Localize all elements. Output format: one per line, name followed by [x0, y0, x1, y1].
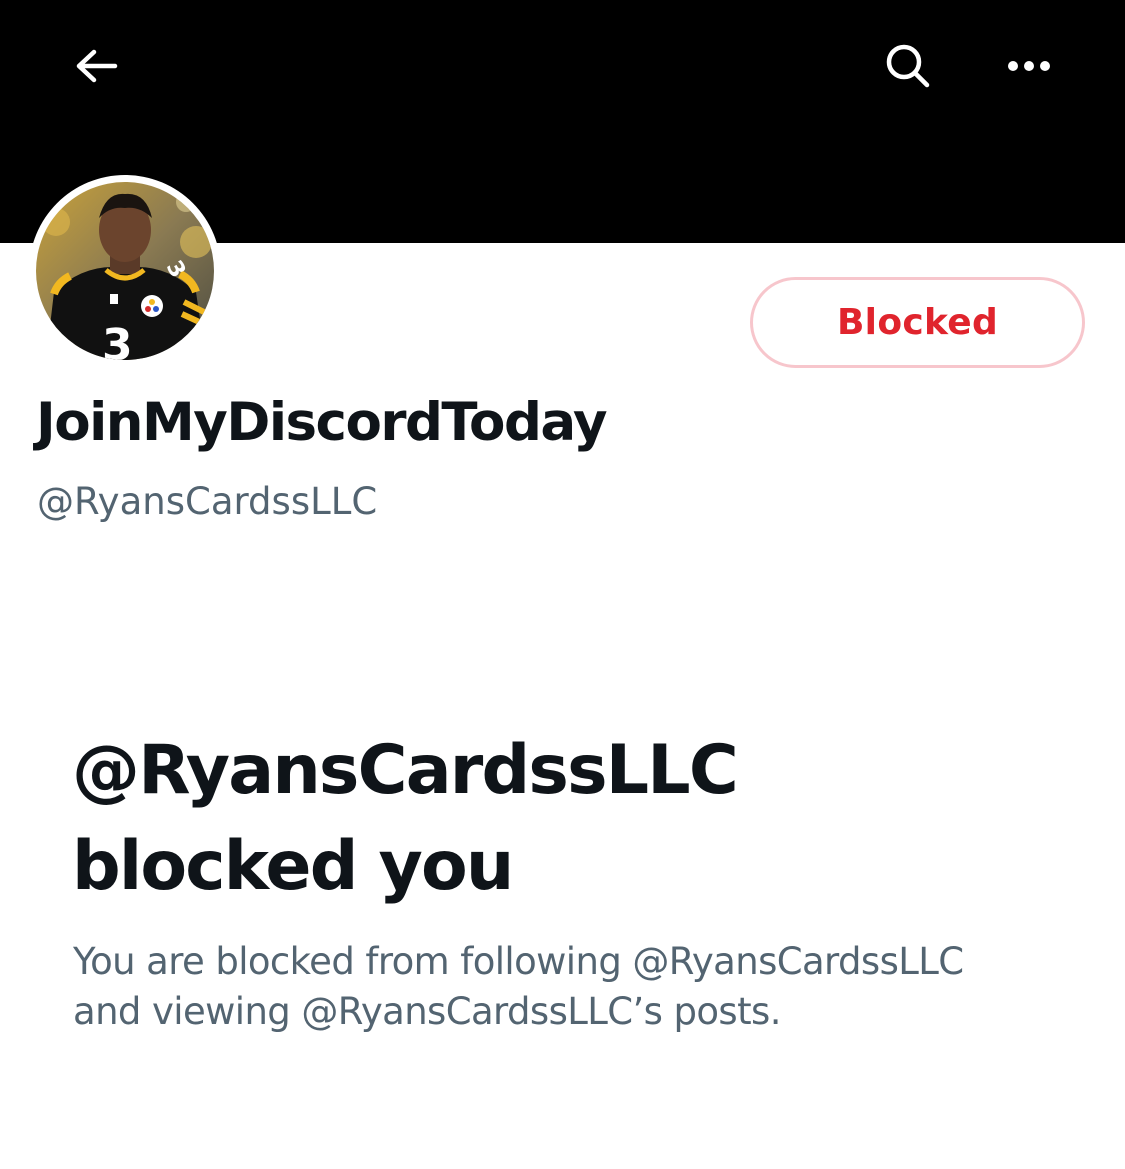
- user-handle: @RyansCardssLLC: [37, 480, 378, 523]
- blocked-description-line1: You are blocked from following @RyansCar…: [73, 940, 964, 983]
- more-horizontal-icon: [1008, 61, 1050, 71]
- more-options-button[interactable]: [989, 26, 1069, 106]
- profile-page: 3 3 Blocked JoinMyDiscordToday @RyansCar…: [0, 0, 1125, 1169]
- blocked-description-line2: and viewing @RyansCardssLLC’s posts.: [73, 990, 781, 1033]
- avatar-image: 3 3: [36, 182, 214, 360]
- blocked-title: @RyansCardssLLC blocked you: [72, 723, 1072, 915]
- display-name: JoinMyDiscordToday: [36, 392, 608, 453]
- arrow-left-icon: [76, 49, 118, 83]
- avatar[interactable]: 3 3: [29, 175, 221, 367]
- blocked-description: You are blocked from following @RyansCar…: [73, 937, 1083, 1037]
- blocked-button[interactable]: Blocked: [750, 277, 1085, 368]
- search-icon: [886, 44, 930, 88]
- blocked-title-line2: blocked you: [72, 827, 514, 906]
- blocked-title-line1: @RyansCardssLLC: [72, 731, 739, 810]
- blocked-button-label: Blocked: [836, 302, 999, 343]
- svg-text:3: 3: [102, 320, 133, 360]
- back-button[interactable]: [56, 26, 136, 106]
- search-button[interactable]: [868, 26, 948, 106]
